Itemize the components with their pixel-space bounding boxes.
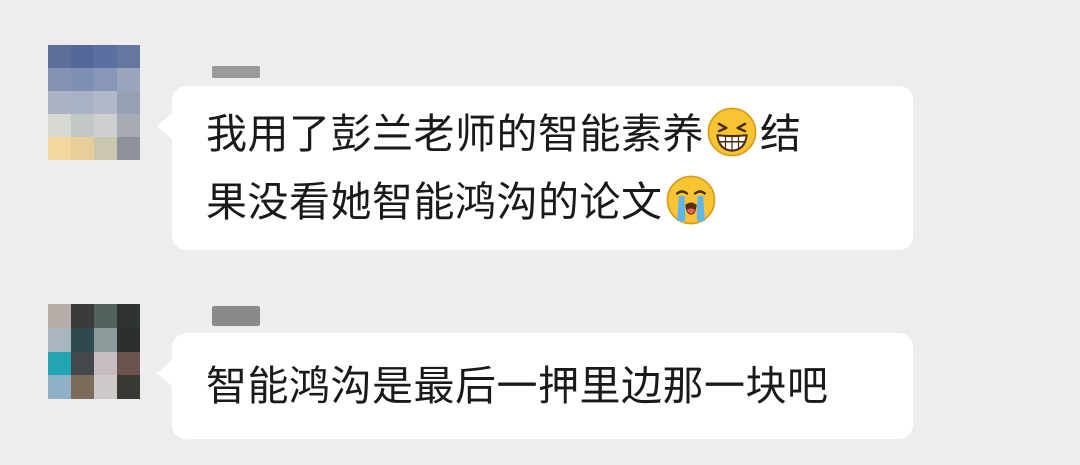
message-text: 我用了彭兰老师的智能素养 — [206, 110, 704, 158]
message-line: 智能鸿沟是最后一押里边那一块吧 — [206, 352, 879, 420]
sender-name — [212, 306, 260, 326]
sender-name — [212, 66, 260, 78]
message-line: 我用了彭兰老师的智能素养 结 — [206, 100, 879, 168]
message-bubble[interactable]: 智能鸿沟是最后一押里边那一块吧 — [157, 333, 913, 439]
message-text-tail: 结 — [760, 110, 802, 158]
avatar[interactable] — [48, 304, 140, 399]
message-text: 智能鸿沟是最后一押里边那一块吧 — [206, 362, 829, 410]
message-line: 果没看她智能鸿沟的论文 — [206, 168, 879, 236]
grinning-squinting-face-icon — [707, 107, 757, 157]
message-bubble[interactable]: 我用了彭兰老师的智能素养 结 果没看她智能鸿沟的论文 — [157, 86, 913, 250]
loudly-crying-face-icon — [666, 175, 715, 225]
message-text: 果没看她智能鸿沟的论文 — [206, 178, 663, 226]
avatar[interactable] — [48, 45, 140, 160]
